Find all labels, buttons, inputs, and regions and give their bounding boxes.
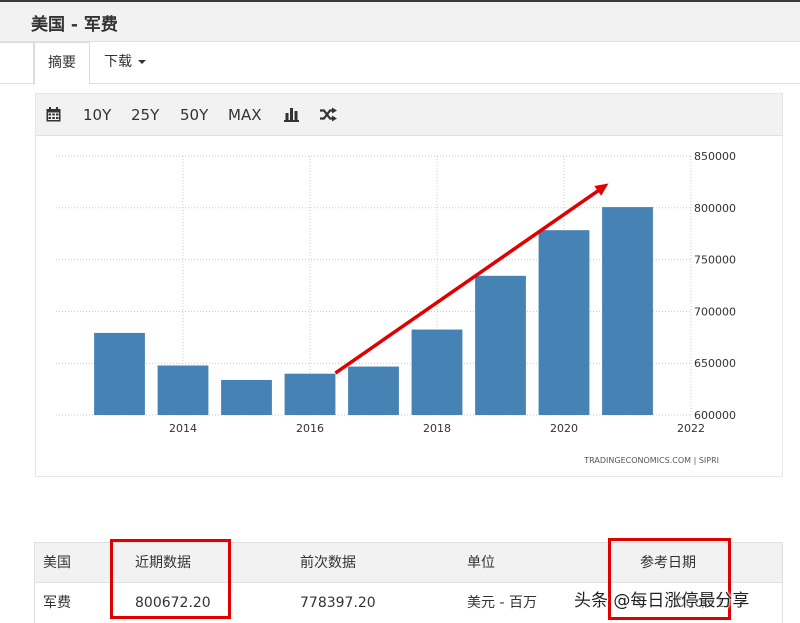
cell-previous-value: 778397.20 bbox=[300, 595, 376, 611]
header-reference-date: 参考日期 bbox=[640, 555, 696, 571]
tab-summary[interactable]: 摘要 bbox=[34, 42, 90, 85]
y-tick-label: 700000 bbox=[694, 305, 736, 318]
header-country: 美国 bbox=[43, 555, 71, 571]
range-10y-button[interactable]: 10Y bbox=[83, 94, 111, 136]
bar-2017 bbox=[348, 366, 399, 415]
tab-download-label: 下载 bbox=[104, 54, 132, 70]
cell-indicator[interactable]: 军费 bbox=[43, 583, 71, 623]
x-tick-label: 2014 bbox=[169, 422, 197, 435]
x-tick-label: 2018 bbox=[423, 422, 451, 435]
range-25y-button[interactable]: 25Y bbox=[131, 94, 159, 136]
bar-2015 bbox=[221, 379, 272, 415]
range-max-button[interactable]: MAX bbox=[228, 94, 261, 136]
tab-download[interactable]: 下载 bbox=[104, 42, 146, 84]
y-tick-label: 650000 bbox=[694, 357, 736, 370]
x-tick-label: 2022 bbox=[677, 422, 705, 435]
bar-2016 bbox=[284, 373, 336, 415]
bar-2013 bbox=[94, 332, 145, 415]
bar-2019 bbox=[475, 275, 526, 415]
header-unit: 单位 bbox=[467, 555, 495, 571]
caret-down-icon bbox=[138, 60, 146, 64]
bar-2021 bbox=[602, 207, 653, 415]
chart-area: 600000 650000 700000 750000 800000 850000 2014… bbox=[36, 137, 782, 477]
tab-bar: 摘要 下载 bbox=[0, 42, 800, 85]
cell-latest-value: 800672.20 bbox=[135, 595, 211, 611]
y-tick-label: 800000 bbox=[694, 202, 736, 215]
y-tick-label: 850000 bbox=[694, 150, 736, 163]
bar-chart-icon[interactable] bbox=[284, 94, 300, 136]
shuffle-icon[interactable] bbox=[320, 94, 338, 136]
y-tick-label: 600000 bbox=[694, 409, 736, 422]
military-spending-bar-chart: 600000 650000 700000 750000 800000 850000 2014… bbox=[56, 150, 736, 465]
range-50y-button[interactable]: 50Y bbox=[180, 94, 208, 136]
chart-panel: 10Y 25Y 50Y MAX 600000 650000 700000 750000… bbox=[35, 93, 783, 477]
source-label: TRADINGECONOMICS.COM | SIPRI bbox=[583, 456, 719, 465]
table-header-row: 美国 近期数据 前次数据 单位 参考日期 bbox=[35, 543, 782, 583]
x-tick-label: 2016 bbox=[296, 422, 324, 435]
header-previous: 前次数据 bbox=[300, 555, 356, 571]
watermark: 头条 @每日涨停最分享 bbox=[574, 591, 750, 611]
bar-2014 bbox=[157, 365, 209, 415]
header-latest: 近期数据 bbox=[135, 555, 191, 571]
y-tick-label: 750000 bbox=[694, 254, 736, 267]
chart-toolbar: 10Y 25Y 50Y MAX bbox=[36, 94, 782, 136]
calendar-icon[interactable] bbox=[46, 94, 64, 136]
tab-summary-label: 摘要 bbox=[48, 55, 76, 71]
cell-unit: 美元 - 百万 bbox=[467, 595, 537, 611]
bar-2020 bbox=[538, 230, 590, 415]
x-tick-label: 2020 bbox=[550, 422, 578, 435]
header-bar: 美国 - 军费 bbox=[0, 2, 800, 42]
bar-2018 bbox=[411, 329, 463, 415]
page-title: 美国 - 军费 bbox=[31, 15, 118, 35]
